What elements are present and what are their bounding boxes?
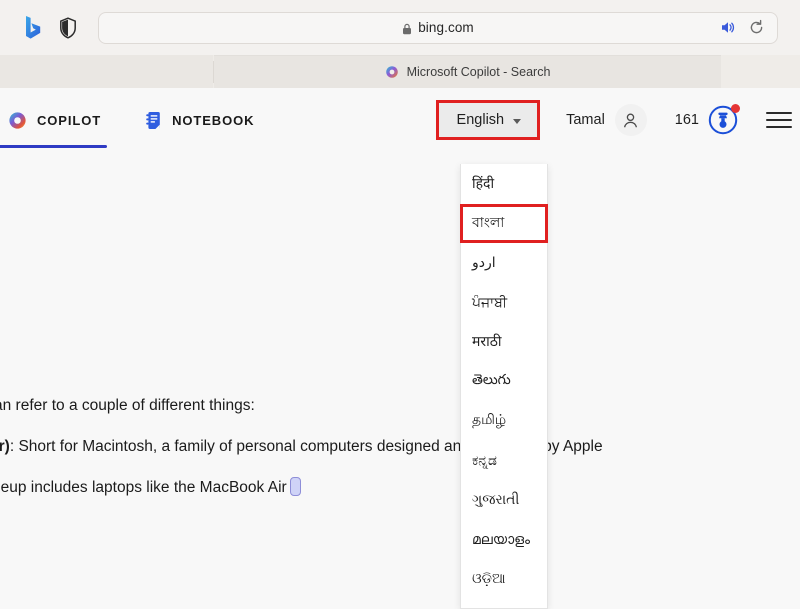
language-option-tamil[interactable]: தமிழ் [461,401,547,441]
language-option-label: മലയാളം [472,530,531,547]
tab-copilot-label: COPILOT [37,112,102,128]
language-option-label: ಕನ್ನಡ [472,451,497,468]
topnav-tabs: COPILOT NOTEBOOK [0,95,262,148]
hamburger-bar [766,112,792,114]
answer-line-2-bold: er) [0,438,10,455]
language-selector-label: English [456,112,505,128]
speaker-icon[interactable] [719,19,736,36]
tab-active-copilot[interactable]: Microsoft Copilot - Search [214,55,721,88]
url-bar[interactable]: bing.com [98,11,778,44]
avatar[interactable] [614,104,647,136]
copilot-icon [385,65,399,79]
bing-logo-icon[interactable] [22,14,44,42]
language-option-label: ગુજરાતી [472,491,520,508]
language-option-label: தமிழ் [472,411,507,428]
language-option-marathi[interactable]: मराठी [461,322,547,362]
tab-copilot[interactable]: COPILOT [0,95,109,148]
language-option-urdu[interactable]: اردو [461,243,547,283]
answer-line-3: neup includes laptops like the MacBook A… [0,477,301,496]
notebook-icon [145,111,162,130]
language-option-odia[interactable]: ଓଡ଼ିଆ [461,559,547,599]
tab-inactive[interactable] [0,55,213,88]
hamburger-bar [766,119,792,121]
copilot-icon [8,111,27,130]
page-content: COPILOT NOTEBOOK English Tamal 161 an re… [0,88,800,609]
rewards-badge-icon[interactable] [708,104,740,135]
account-name: Tamal [566,112,605,128]
browser-chrome: bing.com [0,0,800,55]
language-option-label: मराठी [472,333,502,350]
language-option-bengali[interactable]: বাংলা [460,203,548,243]
language-dropdown-menu[interactable]: हिंदी বাংলা اردو ਪੰਜਾਬੀ मराठी తెలుగు தமி… [460,164,548,609]
shield-icon[interactable] [58,15,78,41]
hamburger-menu-icon[interactable] [766,112,792,128]
account-area[interactable]: Tamal [566,104,647,136]
language-option-malayalam[interactable]: മലയാളം [461,520,547,560]
url-text: bing.com [418,20,474,35]
language-option-label: বাংলা [472,214,505,231]
tab-title: Microsoft Copilot - Search [406,65,551,79]
language-option-label: ଓଡ଼ିଆ [472,570,506,587]
rewards-count: 161 [674,112,699,128]
language-option-hindi[interactable]: हिंदी [461,164,547,204]
topnav-actions: English Tamal 161 [435,100,800,140]
tab-strip: Microsoft Copilot - Search [0,55,800,88]
answer-line-1: an refer to a couple of different things… [0,397,255,414]
language-option-punjabi[interactable]: ਪੰਜਾਬੀ [461,283,547,323]
rewards-area[interactable]: 161 [674,104,740,135]
tab-strip-spacer [721,55,800,88]
language-selector-button[interactable]: English [435,100,541,140]
language-option-label: తెలుగు [472,371,511,388]
chevron-down-icon [513,118,522,124]
notification-dot [731,104,740,113]
tab-notebook[interactable]: NOTEBOOK [137,95,262,145]
language-option-telugu[interactable]: తెలుగు [461,362,547,402]
person-icon [624,113,638,127]
language-option-label: اردو [472,254,496,271]
screenshot-root: bing.com Microsoft Copilot - Search COPI… [0,0,800,609]
copilot-topnav: COPILOT NOTEBOOK English Tamal 161 [0,88,800,152]
answer-line-3-text: neup includes laptops like the MacBook A… [0,479,287,496]
emoji-placeholder-icon [289,477,301,496]
language-option-label: ਪੰਜਾਬੀ [472,293,508,310]
language-option-label: हिंदी [472,175,495,192]
lock-icon [402,22,412,34]
tab-notebook-label: NOTEBOOK [172,112,255,128]
hamburger-bar [766,126,792,128]
language-option-gujarati[interactable]: ગુજરાતી [461,480,547,520]
reload-icon[interactable] [748,19,765,36]
language-option-kannada[interactable]: ಕನ್ನಡ [461,441,547,481]
